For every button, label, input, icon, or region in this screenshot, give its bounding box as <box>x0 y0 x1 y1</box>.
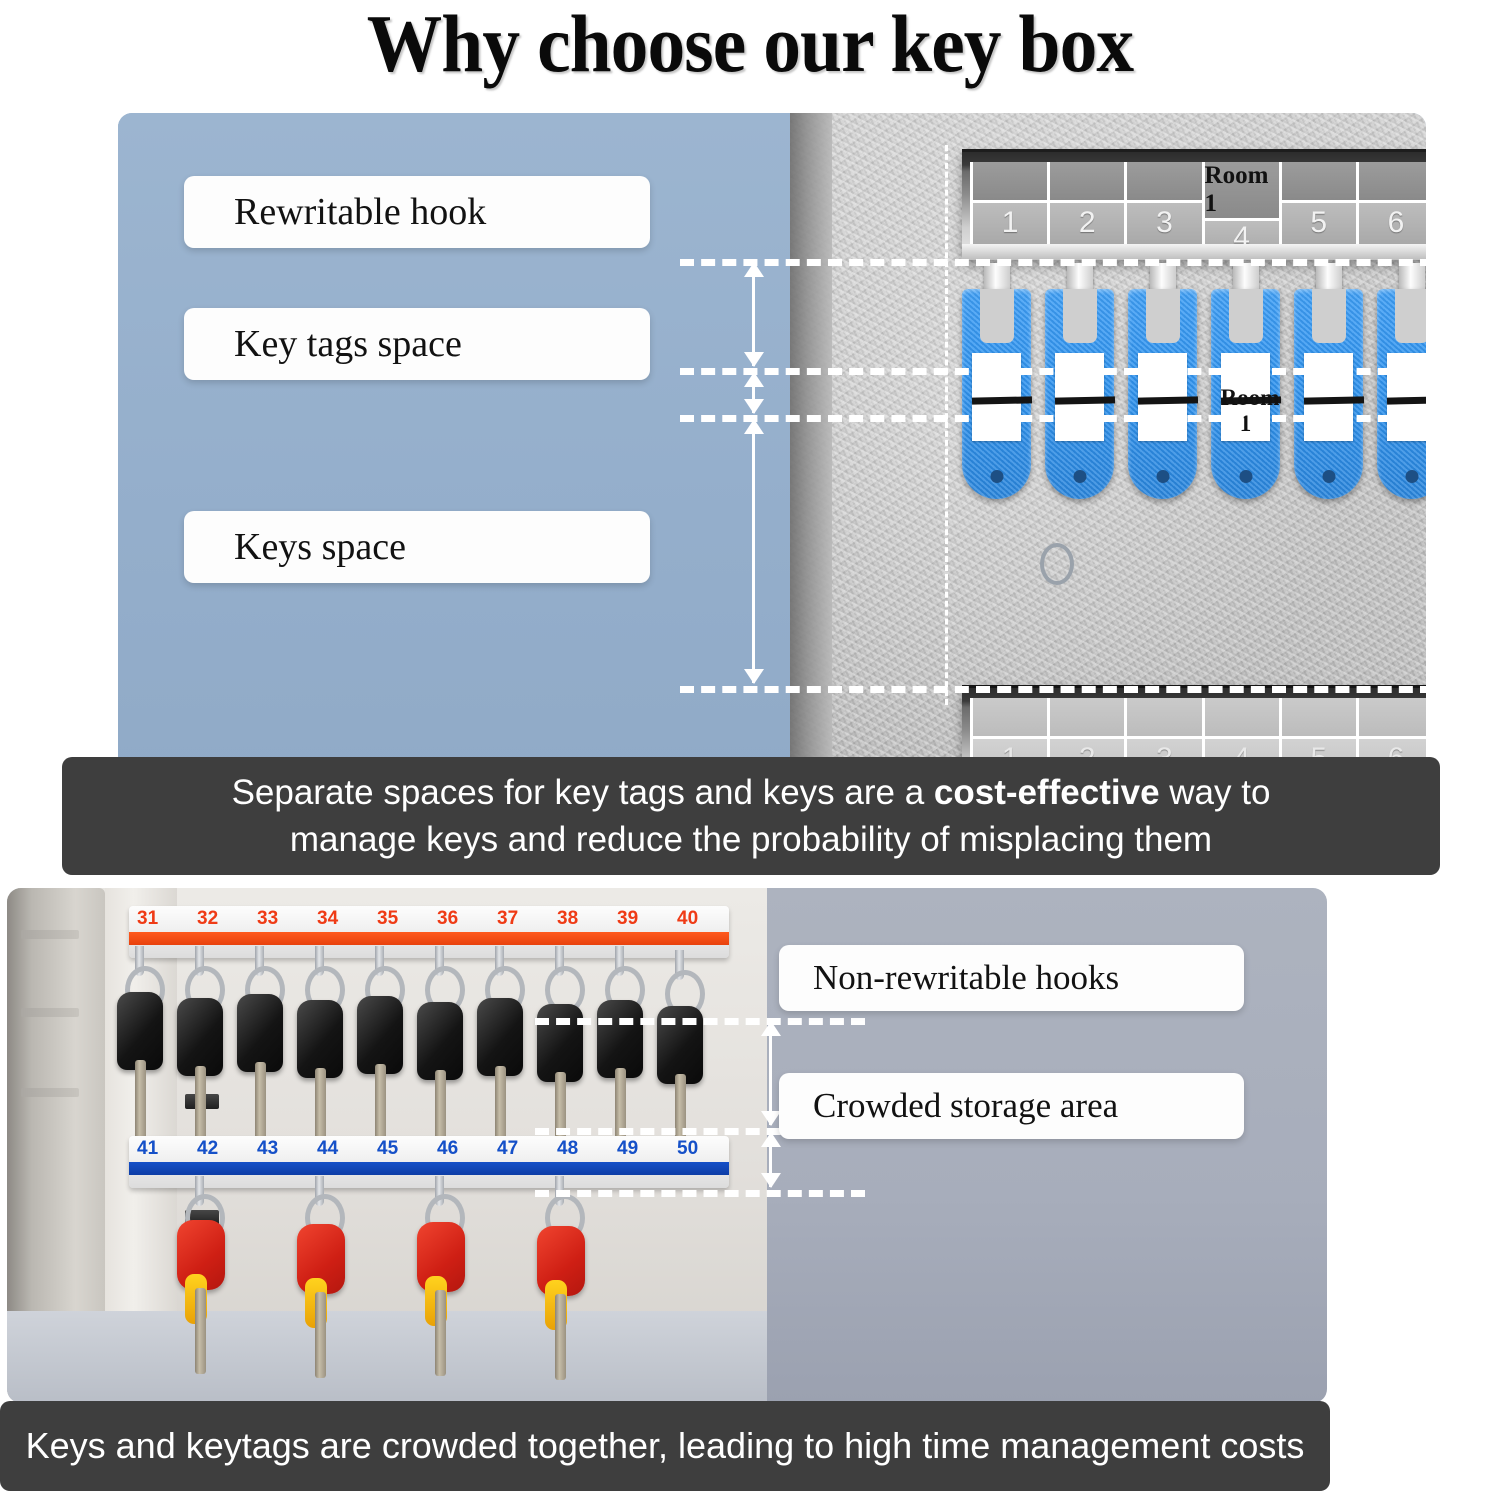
tag-body <box>1045 289 1115 499</box>
hook-number: 36 <box>437 908 459 929</box>
tag-body <box>962 289 1032 499</box>
callout-key-tags-space: Key tags space <box>184 308 650 380</box>
hook-number: 38 <box>557 908 579 929</box>
hook-number: 45 <box>377 1138 399 1159</box>
bottom-product-panel: 31 32 33 34 35 36 37 38 39 40 41 42 43 4… <box>7 888 1327 1403</box>
hook-number: 37 <box>497 908 519 929</box>
guide-line-bottom <box>680 686 1426 693</box>
rail-cell: 5 <box>1281 162 1359 244</box>
guide-line-hook-tag <box>680 368 1426 375</box>
rail-number: 6 <box>1387 206 1405 240</box>
key-tag <box>1045 263 1115 533</box>
hook-number: 44 <box>317 1138 339 1159</box>
rail-number: 5 <box>1310 206 1328 240</box>
key-tag <box>1294 263 1364 533</box>
hook-number: 50 <box>677 1138 699 1159</box>
top-caption-line-1: Separate spaces for key tags and keys ar… <box>231 773 1271 812</box>
callout-keys-space: Keys space <box>184 511 650 583</box>
callout-label: Non-rewritable hooks <box>813 958 1120 997</box>
callout-label: Key tags space <box>234 323 462 365</box>
tag-write-label <box>971 353 1032 441</box>
top-panel-photo: 1 2 3 Room 1 4 5 6 Room 1 <box>790 113 1426 863</box>
tag-body <box>1294 289 1364 499</box>
tag-write-label <box>1054 353 1115 441</box>
vertical-guide-line <box>945 145 948 705</box>
hook-number: 42 <box>197 1138 219 1159</box>
measure-arrow-nonrewritable <box>769 1022 772 1125</box>
hook-number: 49 <box>617 1138 639 1159</box>
measure-arrow-tags <box>752 373 755 413</box>
cabinet-base <box>7 1311 767 1403</box>
hook-number: 34 <box>317 908 339 929</box>
callout-crowded-storage-area: Crowded storage area <box>779 1073 1244 1139</box>
rail-cell: 6 <box>1358 162 1426 244</box>
callout-label: Crowded storage area <box>813 1086 1119 1125</box>
guide-line-tag-keys <box>680 415 1426 422</box>
top-caption-line-2: manage keys and reduce the probability o… <box>289 820 1213 859</box>
rail-number: 2 <box>1078 206 1096 240</box>
callout-label: Keys space <box>234 526 406 568</box>
key-tag <box>962 263 1032 533</box>
hook-number: 47 <box>497 1138 519 1159</box>
wall-edge <box>790 113 832 863</box>
tag-body: Room 1 <box>1211 289 1281 499</box>
rail-room-label: Room 1 <box>1204 162 1269 217</box>
hook-number: 40 <box>677 908 699 929</box>
measure-arrow-crowded <box>769 1133 772 1187</box>
callout-label: Rewritable hook <box>234 191 487 233</box>
page-title: Why choose our key box <box>366 0 1134 89</box>
hook-rail-orange: 31 32 33 34 35 36 37 38 39 40 <box>129 906 729 958</box>
hook-number: 41 <box>137 1138 159 1159</box>
hook-number: 43 <box>257 1138 279 1159</box>
rail-number: 1 <box>1001 206 1019 240</box>
hook-number: 32 <box>197 908 219 929</box>
tag-body <box>1377 289 1426 499</box>
cabinet-door <box>7 888 105 1318</box>
rail-cell: 3 <box>1127 162 1205 244</box>
guide-line-storage-bottom <box>535 1190 865 1197</box>
rail-number: 3 <box>1156 206 1173 240</box>
callout-rewritable-hook: Rewritable hook <box>184 176 650 248</box>
hook-number: 46 <box>437 1138 459 1159</box>
hook-number: 31 <box>137 908 159 929</box>
hook-number: 39 <box>617 908 639 929</box>
rail-cell: 1 <box>970 162 1051 244</box>
tag-write-label <box>1137 353 1198 441</box>
bottom-panel-photo: 31 32 33 34 35 36 37 38 39 40 41 42 43 4… <box>7 888 767 1403</box>
tag-room-text: Room 1 <box>1220 385 1280 436</box>
key-ring <box>1040 543 1074 585</box>
rail-cell: 2 <box>1050 162 1128 244</box>
key-tag-labelled: Room 1 <box>1211 263 1281 533</box>
top-caption-bar: Separate spaces for key tags and keys ar… <box>62 757 1440 875</box>
key-tag-row: Room 1 <box>962 263 1426 533</box>
bottom-caption-bar: Keys and keytags are crowded together, l… <box>0 1401 1330 1491</box>
key-tag <box>1377 263 1426 533</box>
tag-write-label <box>1386 353 1426 441</box>
tag-write-label <box>1303 353 1364 441</box>
measure-arrow-keys <box>752 420 755 683</box>
hook-rail-blue: 41 42 43 44 45 46 47 48 49 50 <box>129 1136 729 1188</box>
measure-arrow-hook <box>752 263 755 366</box>
rail-cell: Room 1 4 <box>1204 162 1282 255</box>
top-product-panel: 1 2 3 Room 1 4 5 6 Room 1 Rewritable hoo… <box>118 113 1426 863</box>
callout-non-rewritable-hooks: Non-rewritable hooks <box>779 945 1244 1011</box>
hook-number: 33 <box>257 908 279 929</box>
tag-write-label: Room 1 <box>1220 353 1281 441</box>
hook-number: 35 <box>377 908 399 929</box>
hook-number: 48 <box>557 1138 579 1159</box>
key-tag <box>1128 263 1198 533</box>
guide-line-hooks-top <box>535 1018 865 1025</box>
guide-line-top <box>680 259 1426 266</box>
rail-top: 1 2 3 Room 1 4 5 6 <box>962 149 1426 260</box>
tag-body <box>1128 289 1198 499</box>
